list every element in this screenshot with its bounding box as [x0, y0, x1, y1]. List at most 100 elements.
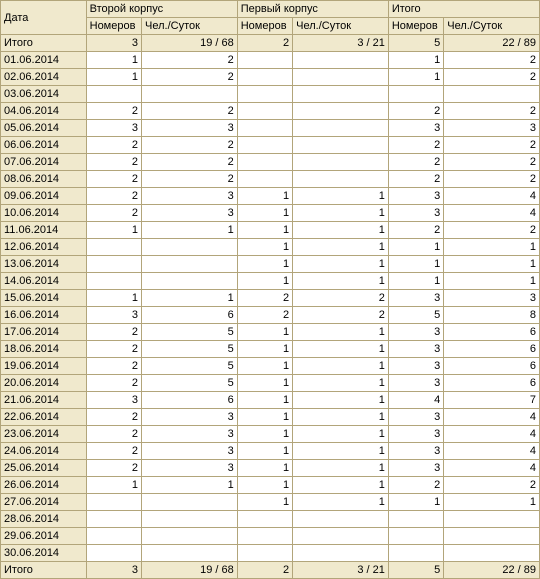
cell-g3-rooms: 2	[388, 154, 443, 171]
cell-g1-pers: 6	[142, 392, 238, 409]
cell-date: 18.06.2014	[1, 341, 87, 358]
cell-g1-pers: 19 / 68	[142, 562, 238, 579]
cell-g3-pers: 8	[444, 307, 540, 324]
table-row: 04.06.20142222	[1, 103, 540, 120]
cell-g1-rooms	[86, 545, 141, 562]
cell-g2-rooms	[237, 171, 292, 188]
cell-g3-rooms: 1	[388, 273, 443, 290]
sub-header-persons: Чел./Суток	[444, 18, 540, 35]
cell-g2-pers: 2	[293, 290, 389, 307]
cell-g1-pers	[142, 256, 238, 273]
col-header-group3: Итого	[388, 1, 539, 18]
cell-g1-rooms: 1	[86, 69, 141, 86]
cell-g2-rooms: 1	[237, 205, 292, 222]
cell-g2-rooms: 1	[237, 222, 292, 239]
cell-g2-pers: 1	[293, 188, 389, 205]
table-row: 10.06.2014231134	[1, 205, 540, 222]
cell-g1-rooms: 2	[86, 103, 141, 120]
cell-g2-pers	[293, 137, 389, 154]
cell-g3-pers: 22 / 89	[444, 562, 540, 579]
sub-header-rooms: Номеров	[388, 18, 443, 35]
cell-g3-pers: 22 / 89	[444, 35, 540, 52]
cell-g2-rooms: 1	[237, 358, 292, 375]
cell-date: 25.06.2014	[1, 460, 87, 477]
cell-g3-rooms: 5	[388, 307, 443, 324]
cell-g2-rooms: 1	[237, 392, 292, 409]
cell-date: 05.06.2014	[1, 120, 87, 137]
cell-g3-rooms: 3	[388, 460, 443, 477]
cell-g1-rooms: 2	[86, 358, 141, 375]
cell-g2-rooms	[237, 86, 292, 103]
cell-g2-pers	[293, 69, 389, 86]
cell-g3-pers: 4	[444, 205, 540, 222]
cell-g1-rooms	[86, 494, 141, 511]
cell-g2-rooms	[237, 511, 292, 528]
cell-g1-rooms	[86, 528, 141, 545]
cell-g3-pers	[444, 86, 540, 103]
cell-g2-rooms: 1	[237, 256, 292, 273]
cell-date: 14.06.2014	[1, 273, 87, 290]
cell-g3-rooms: 5	[388, 562, 443, 579]
cell-g3-rooms: 3	[388, 409, 443, 426]
table-row: 17.06.2014251136	[1, 324, 540, 341]
cell-g2-pers: 1	[293, 443, 389, 460]
cell-g3-rooms: 3	[388, 205, 443, 222]
cell-g1-pers: 1	[142, 477, 238, 494]
cell-g3-rooms: 3	[388, 188, 443, 205]
cell-g3-rooms: 3	[388, 375, 443, 392]
cell-g3-rooms	[388, 545, 443, 562]
cell-g1-rooms	[86, 86, 141, 103]
cell-g1-rooms: 3	[86, 562, 141, 579]
cell-g1-rooms: 1	[86, 222, 141, 239]
table-row: 06.06.20142222	[1, 137, 540, 154]
table-row: 18.06.2014251136	[1, 341, 540, 358]
table-body: Итого319 / 6823 / 21522 / 8901.06.201412…	[1, 35, 540, 579]
cell-g2-rooms: 1	[237, 494, 292, 511]
table-row: 05.06.20143333	[1, 120, 540, 137]
cell-g3-pers: 2	[444, 69, 540, 86]
cell-g3-pers: 4	[444, 409, 540, 426]
cell-g2-pers: 1	[293, 341, 389, 358]
cell-g2-rooms: 2	[237, 290, 292, 307]
cell-g1-pers: 3	[142, 460, 238, 477]
cell-g3-pers: 3	[444, 120, 540, 137]
cell-g3-rooms	[388, 86, 443, 103]
cell-g2-rooms	[237, 545, 292, 562]
cell-g2-pers	[293, 171, 389, 188]
cell-g2-rooms: 1	[237, 375, 292, 392]
cell-g3-rooms	[388, 528, 443, 545]
cell-g2-rooms	[237, 120, 292, 137]
cell-g3-rooms: 3	[388, 290, 443, 307]
cell-g2-rooms: 1	[237, 188, 292, 205]
cell-date: 16.06.2014	[1, 307, 87, 324]
cell-g1-pers: 2	[142, 69, 238, 86]
cell-g2-pers: 1	[293, 477, 389, 494]
cell-g3-pers: 6	[444, 375, 540, 392]
table-row: 13.06.20141111	[1, 256, 540, 273]
cell-g3-pers: 6	[444, 358, 540, 375]
cell-date: 27.06.2014	[1, 494, 87, 511]
cell-g1-pers: 2	[142, 52, 238, 69]
cell-g3-rooms: 4	[388, 392, 443, 409]
cell-g2-rooms: 1	[237, 426, 292, 443]
cell-g3-rooms: 3	[388, 341, 443, 358]
cell-g2-pers: 1	[293, 409, 389, 426]
cell-g1-pers: 1	[142, 222, 238, 239]
cell-g1-pers: 3	[142, 120, 238, 137]
cell-date: 17.06.2014	[1, 324, 87, 341]
table-row: 26.06.2014111122	[1, 477, 540, 494]
cell-date: 10.06.2014	[1, 205, 87, 222]
cell-date: 11.06.2014	[1, 222, 87, 239]
cell-g2-rooms: 1	[237, 460, 292, 477]
cell-g1-rooms: 3	[86, 120, 141, 137]
cell-g2-rooms	[237, 528, 292, 545]
cell-g2-pers: 3 / 21	[293, 562, 389, 579]
table-row: 01.06.20141212	[1, 52, 540, 69]
cell-g3-rooms: 3	[388, 120, 443, 137]
cell-g1-rooms: 3	[86, 35, 141, 52]
table-row: 30.06.2014	[1, 545, 540, 562]
cell-g2-rooms: 2	[237, 35, 292, 52]
table-row: 02.06.20141212	[1, 69, 540, 86]
cell-g1-pers: 5	[142, 324, 238, 341]
cell-g1-rooms: 2	[86, 205, 141, 222]
